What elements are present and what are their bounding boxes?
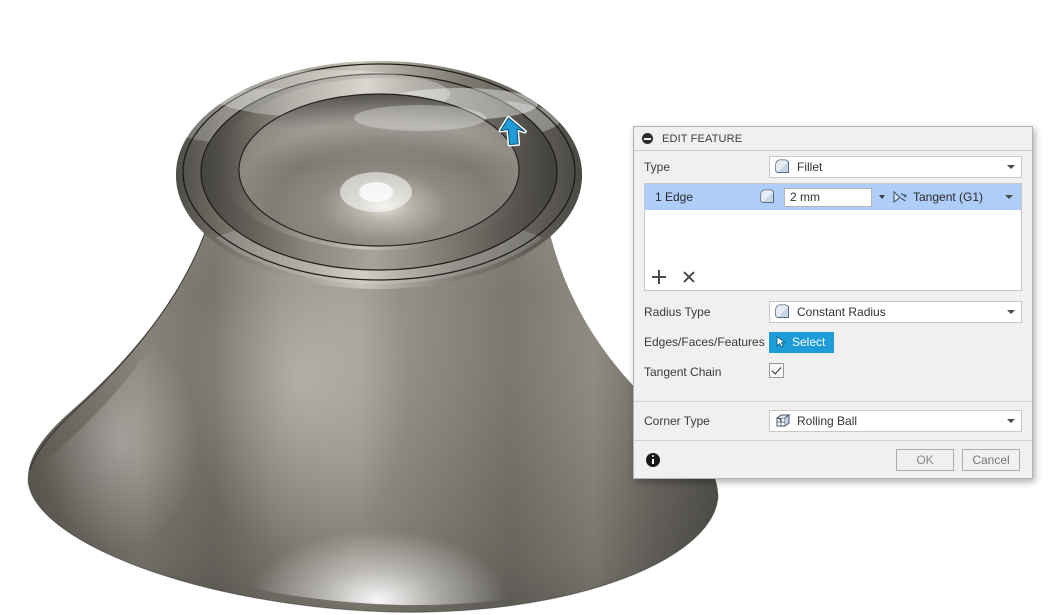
info-icon[interactable]	[646, 452, 660, 467]
rolling-ball-icon	[775, 413, 791, 429]
fillet-radius-input[interactable]: 2 mm	[784, 187, 872, 207]
cross-icon[interactable]	[681, 269, 697, 285]
radius-chevron-down-icon[interactable]	[879, 195, 885, 199]
radius-type-control: Constant Radius	[769, 301, 1022, 323]
type-label: Type	[644, 160, 671, 174]
edge-list-toolbar	[645, 264, 1021, 290]
dialog-header[interactable]: EDIT FEATURE	[634, 127, 1032, 151]
chevron-down-icon[interactable]	[1007, 310, 1015, 314]
type-value: Fillet	[797, 160, 823, 174]
radius-type-value: Constant Radius	[797, 305, 886, 319]
edge-list[interactable]: 1 Edge 2 mm Tangent (G1)	[644, 183, 1022, 291]
corner-type-row: Corner Type Rolling Ball	[634, 402, 1032, 440]
corner-type-label: Corner Type	[644, 414, 710, 428]
constant-radius-icon	[775, 304, 791, 320]
application-window: EDIT FEATURE Type Fillet 1 Edge 2 mm Tan…	[0, 0, 1057, 615]
radius-type-label: Radius Type	[644, 305, 711, 319]
radius-type-dropdown[interactable]: Constant Radius	[769, 301, 1022, 323]
checkbox-checked-icon[interactable]	[769, 363, 784, 378]
chevron-down-icon[interactable]	[1007, 419, 1015, 423]
radius-type-row: Radius Type Constant Radius	[634, 297, 1032, 327]
type-control: Fillet	[769, 156, 1022, 178]
corner-type-dropdown[interactable]: Rolling Ball	[769, 410, 1022, 432]
edge-list-row[interactable]: 1 Edge 2 mm Tangent (G1)	[645, 184, 1021, 210]
tangent-chain-control	[769, 363, 1022, 381]
continuity-chevron-down-icon[interactable]	[1005, 195, 1013, 199]
type-row: Type Fillet	[634, 151, 1032, 183]
dish-center-specular-core	[359, 182, 393, 202]
cancel-button[interactable]: Cancel	[962, 448, 1020, 471]
cursor-select-icon	[774, 335, 788, 349]
spacer-before-divider	[634, 387, 1032, 395]
edges-faces-features-control: Select	[769, 331, 1022, 353]
edit-feature-dialog[interactable]: EDIT FEATURE Type Fillet 1 Edge 2 mm Tan…	[633, 126, 1033, 479]
edge-list-empty-area[interactable]	[645, 210, 1021, 264]
tangent-chain-row: Tangent Chain	[634, 357, 1032, 387]
collapse-minus-icon[interactable]	[642, 133, 653, 144]
edges-faces-features-label: Edges/Faces/Features	[644, 335, 765, 349]
chevron-down-icon[interactable]	[1007, 165, 1015, 169]
tangent-chain-label: Tangent Chain	[644, 365, 722, 379]
select-button-label: Select	[792, 335, 826, 349]
corner-type-value: Rolling Ball	[797, 414, 858, 428]
select-button[interactable]: Select	[769, 331, 835, 353]
corner-type-control: Rolling Ball	[769, 410, 1022, 432]
tangent-g1-icon	[892, 190, 908, 205]
edges-faces-features-row: Edges/Faces/Features Select	[634, 327, 1032, 357]
continuity-dropdown[interactable]: Tangent (G1)	[892, 190, 1005, 205]
plus-icon[interactable]	[651, 269, 667, 285]
dialog-body: Type Fillet 1 Edge 2 mm Tangent (G1) Rad…	[634, 151, 1032, 440]
edge-count-label: 1 Edge	[655, 190, 694, 204]
dish-upper-specular	[354, 105, 486, 131]
type-dropdown[interactable]: Fillet	[769, 156, 1022, 178]
fillet-icon	[775, 159, 791, 175]
fillet-icon	[760, 189, 776, 205]
continuity-value: Tangent (G1)	[913, 190, 984, 204]
dialog-footer: OK Cancel	[634, 440, 1032, 478]
dialog-title: EDIT FEATURE	[662, 132, 743, 145]
ok-button[interactable]: OK	[896, 448, 954, 471]
